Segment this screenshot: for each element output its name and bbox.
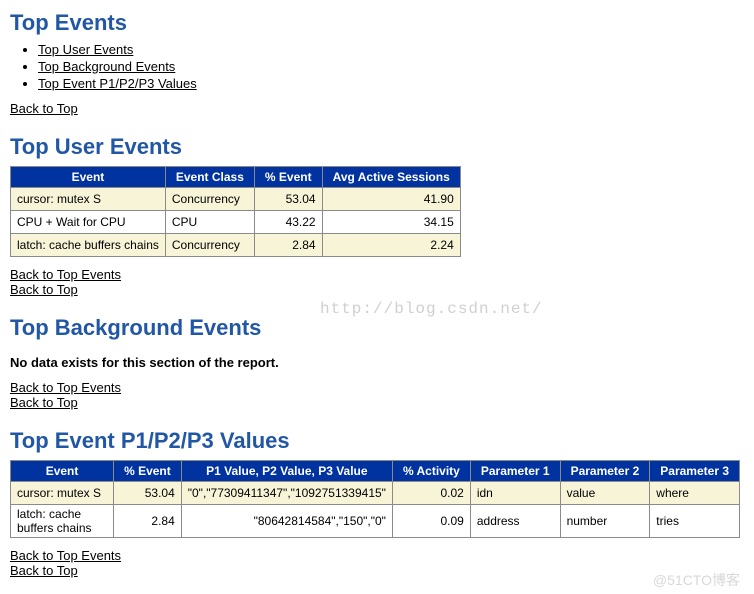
toc-link-bg-events[interactable]: Top Background Events xyxy=(38,59,175,74)
toc-link-p-values[interactable]: Top Event P1/P2/P3 Values xyxy=(38,76,197,91)
top-events-toc: Top User Events Top Background Events To… xyxy=(38,42,744,91)
col-event-class: Event Class xyxy=(165,167,254,188)
cell-pvals: "0","77309411347","1092751339415" xyxy=(181,482,392,505)
cell-class: Concurrency xyxy=(165,234,254,257)
cell-event: cursor: mutex S xyxy=(11,482,114,505)
table-row: cursor: mutex S 53.04 "0","77309411347",… xyxy=(11,482,740,505)
bg-events-nodata: No data exists for this section of the r… xyxy=(10,355,744,370)
back-to-top-link[interactable]: Back to Top xyxy=(10,101,78,116)
cell-avg: 34.15 xyxy=(322,211,460,234)
cell-class: CPU xyxy=(165,211,254,234)
col-p-values: P1 Value, P2 Value, P3 Value xyxy=(181,461,392,482)
table-p-values: Event % Event P1 Value, P2 Value, P3 Val… xyxy=(10,460,740,538)
cell-p1: idn xyxy=(470,482,560,505)
col-pct-event: % Event xyxy=(254,167,322,188)
table-row: CPU + Wait for CPU CPU 43.22 34.15 xyxy=(11,211,461,234)
col-event: Event xyxy=(11,167,166,188)
table-row: cursor: mutex S Concurrency 53.04 41.90 xyxy=(11,188,461,211)
cell-activity: 0.09 xyxy=(392,505,470,538)
cell-pct: 2.84 xyxy=(254,234,322,257)
back-to-top-events-link[interactable]: Back to Top Events xyxy=(10,267,121,282)
cell-pct: 53.04 xyxy=(254,188,322,211)
cell-pct: 43.22 xyxy=(254,211,322,234)
back-to-top-events-link[interactable]: Back to Top Events xyxy=(10,548,121,563)
col-param3: Parameter 3 xyxy=(650,461,740,482)
cell-avg: 2.24 xyxy=(322,234,460,257)
back-to-top-events-link[interactable]: Back to Top Events xyxy=(10,380,121,395)
table-row: latch: cache buffers chains 2.84 "806428… xyxy=(11,505,740,538)
table-user-events: Event Event Class % Event Avg Active Ses… xyxy=(10,166,461,257)
back-to-top-link[interactable]: Back to Top xyxy=(10,395,78,410)
col-pct-activity: % Activity xyxy=(392,461,470,482)
cell-p3: tries xyxy=(650,505,740,538)
cell-event: cursor: mutex S xyxy=(11,188,166,211)
cell-pvals: "80642814584","150","0" xyxy=(181,505,392,538)
page-title: Top Events xyxy=(10,10,744,36)
col-event: Event xyxy=(11,461,114,482)
section-title-bg-events: Top Background Events xyxy=(10,315,744,341)
cell-p2: number xyxy=(560,505,650,538)
cell-pct: 2.84 xyxy=(114,505,182,538)
cell-p3: where xyxy=(650,482,740,505)
back-to-top-link[interactable]: Back to Top xyxy=(10,282,78,297)
cell-class: Concurrency xyxy=(165,188,254,211)
col-pct-event: % Event xyxy=(114,461,182,482)
back-to-top-link[interactable]: Back to Top xyxy=(10,563,78,578)
cell-event: CPU + Wait for CPU xyxy=(11,211,166,234)
col-param2: Parameter 2 xyxy=(560,461,650,482)
cell-activity: 0.02 xyxy=(392,482,470,505)
cell-pct: 53.04 xyxy=(114,482,182,505)
col-avg-sessions: Avg Active Sessions xyxy=(322,167,460,188)
cell-event: latch: cache buffers chains xyxy=(11,505,114,538)
cell-p1: address xyxy=(470,505,560,538)
table-row: latch: cache buffers chains Concurrency … xyxy=(11,234,461,257)
toc-link-user-events[interactable]: Top User Events xyxy=(38,42,133,57)
cell-p2: value xyxy=(560,482,650,505)
section-title-p-values: Top Event P1/P2/P3 Values xyxy=(10,428,744,454)
col-param1: Parameter 1 xyxy=(470,461,560,482)
cell-avg: 41.90 xyxy=(322,188,460,211)
section-title-user-events: Top User Events xyxy=(10,134,744,160)
cell-event: latch: cache buffers chains xyxy=(11,234,166,257)
